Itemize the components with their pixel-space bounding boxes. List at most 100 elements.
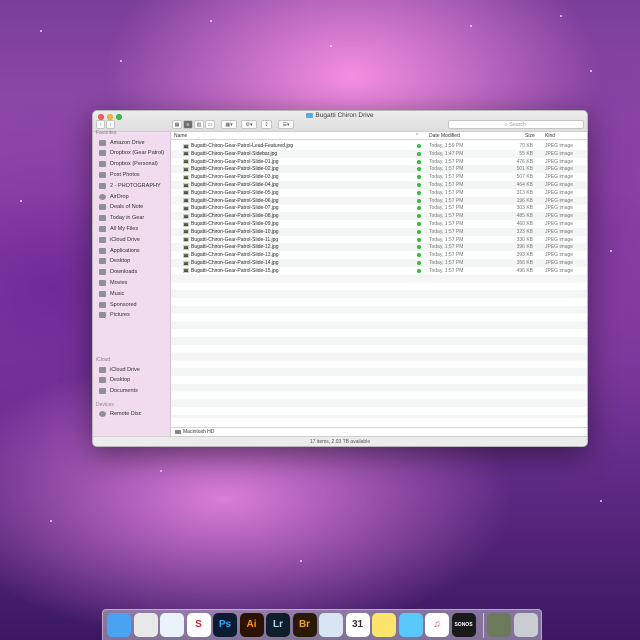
column-header-date[interactable]: Date Modified [429,133,460,139]
cover-flow-button[interactable]: ▭ [205,120,215,129]
table-row[interactable]: Bugatti-Chiron-Gear-Patrol-Slide-11.jpg T… [171,236,587,244]
file-date: Today, 1:57 PM [429,244,464,251]
image-capture-icon[interactable] [487,613,511,637]
sidebar-item-favorites-deals-of-note[interactable]: Deals of Note [99,203,143,212]
table-row[interactable]: Bugatti-Chiron-Gear-Patrol-Slide-13.jpg T… [171,251,587,259]
finder-icon[interactable] [107,613,131,637]
file-kind: JPEG image [545,174,574,181]
table-row[interactable]: Bugatti-Chiron-Gear-Patrol-Lead-Featured… [171,142,587,150]
sketchbook-icon[interactable]: S [186,613,211,637]
sidebar-item-favorites-desktop[interactable]: Desktop [99,257,130,266]
sidebar-item-favorites-icloud-drive[interactable]: iCloud Drive [99,235,140,244]
table-row[interactable]: Bugatti-Chiron-Gear-Patrol-Slide-10.jpg T… [171,227,587,236]
star [120,60,122,62]
sidebar-item-icloud-desktop[interactable]: Desktop [99,376,130,385]
desktop-icon [99,258,106,265]
image-file-icon [183,190,189,196]
notes-icon[interactable] [372,613,396,637]
star [330,45,332,47]
table-row[interactable]: Bugatti-Chiron-Gear-Patrol-Slide-01.jpg T… [171,158,587,166]
sidebar-item-favorites-today-in-gear[interactable]: Today in Gear [99,214,144,223]
sidebar-item-favorites-applications[interactable]: Applications [99,246,140,255]
table-row[interactable]: Bugatti-Chiron-Gear-Patrol-Slide-07.jpg T… [171,204,587,212]
finder-window[interactable]: Bugatti Chiron Drive ‹ › ▦ ≡ ▥ ▭ ▦▾ ⚙▾ ⇪… [92,110,588,447]
file-name: Bugatti-Chiron-Gear-Patrol-Slide-08.jpg [191,213,279,220]
synced-status-icon [417,253,421,258]
preview-icon[interactable] [319,613,343,637]
list-view-button[interactable]: ≡ [183,120,193,129]
messages-icon[interactable] [398,613,423,637]
tags-icon[interactable]: ☰▾ [278,120,294,129]
chrome-icon[interactable] [133,613,158,637]
column-headers: Name ^ Date Modified Size Kind [171,132,587,140]
table-row[interactable]: Bugatti-Chiron-Gear-Patrol-Slide-08.jpg T… [171,212,587,220]
sidebar-item-favorites-amazon-drive[interactable]: Amazon Drive [99,138,145,147]
table-row[interactable]: Bugatti-Chiron-Gear-Patrol-Slide-14.jpg T… [171,259,587,267]
lightroom-icon[interactable]: Lr [266,613,290,637]
sidebar-item-favorites-music[interactable]: Music [99,289,124,298]
column-header-kind[interactable]: Kind [545,133,555,139]
sidebar-item-devices-remote-disc[interactable]: Remote Disc [99,409,141,418]
sidebar-item-label: Sponsored [110,301,137,308]
sidebar-item-favorites-2-photography[interactable]: 2 - PHOTOGRAPHY [99,181,161,190]
safari-icon[interactable] [160,613,184,637]
folder-icon [99,301,106,308]
sidebar-item-favorites-movies[interactable]: Movies [99,278,127,287]
itunes-icon[interactable]: ♫ [425,613,449,637]
sonos-icon[interactable]: SONOS [451,613,476,637]
sort-chevron-icon[interactable]: ^ [416,133,418,139]
table-row[interactable]: Bugatti-Chiron-Gear-Patrol-Slide-03.jpg T… [171,173,587,181]
file-kind: JPEG image [545,189,574,196]
icon-view-button[interactable]: ▦ [172,120,182,129]
share-icon[interactable]: ⇪ [261,120,272,129]
synced-status-icon [417,214,421,219]
table-row[interactable]: Bugatti-Chiron-Gear-Patrol-Slide-06.jpg T… [171,196,587,205]
sidebar-item-favorites-dropbox-personal[interactable]: Dropbox (Personal) [99,160,158,169]
file-date: Today, 1:57 PM [429,213,464,220]
forward-button[interactable]: › [106,120,115,129]
table-row[interactable]: Bugatti-Chiron-Gear-Patrol-Slide-05.jpg T… [171,189,587,197]
synced-status-icon [417,190,421,195]
star [560,15,562,17]
column-view-button[interactable]: ▥ [194,120,204,129]
synced-status-icon [417,268,421,273]
table-row[interactable]: Bugatti-Chiron-Gear-Patrol-Slide-02.jpg T… [171,165,587,174]
bridge-icon[interactable]: Br [292,613,317,637]
sidebar-item-icloud-documents[interactable]: Documents [99,387,138,396]
arrange-button[interactable]: ▦▾ [221,120,237,129]
toolbar: ‹ › ▦ ≡ ▥ ▭ ▦▾ ⚙▾ ⇪ ☰▾ ⌕ Search [93,120,587,131]
sidebar-item-favorites-post-photos[interactable]: Post Photos [99,170,140,179]
file-kind: JPEG image [545,205,574,212]
applications-icon [99,247,106,254]
table-row[interactable]: Bugatti-Chiron-Gear-Patrol-Slide-04.jpg T… [171,181,587,189]
file-date: Today, 1:57 PM [429,197,464,204]
sidebar-item-favorites-airdrop[interactable]: AirDrop [99,192,129,201]
sidebar-item-favorites-sponsored[interactable]: Sponsored [99,300,137,309]
calendar-icon[interactable]: 31 [345,613,370,637]
search-input[interactable]: ⌕ Search [448,120,584,129]
table-row[interactable]: Bugatti-Chiron-Gear-Patrol-Sidebar.jpg To… [171,149,587,158]
sidebar-item-favorites-downloads[interactable]: Downloads [99,268,137,277]
sidebar-item-label: iCloud Drive [110,366,140,373]
photoshop-icon[interactable]: Ps [213,613,237,637]
column-header-size[interactable]: Size [525,133,535,139]
illustrator-icon[interactable]: Ai [239,613,264,637]
sidebar-item-favorites-dropbox-gear-patrol[interactable]: Dropbox (Gear Patrol) [99,149,164,158]
table-row[interactable]: Bugatti-Chiron-Gear-Patrol-Slide-15.jpg T… [171,267,587,275]
titlebar[interactable]: Bugatti Chiron Drive ‹ › ▦ ≡ ▥ ▭ ▦▾ ⚙▾ ⇪… [93,111,587,132]
star [50,520,52,522]
sidebar-item-favorites-pictures[interactable]: Pictures [99,311,130,320]
back-button[interactable]: ‹ [96,120,105,129]
action-gear-icon[interactable]: ⚙▾ [241,120,257,129]
folder-icon [99,171,106,178]
path-bar-label[interactable]: Macintosh HD [183,429,214,435]
hard-drive-icon [175,429,181,434]
column-header-name[interactable]: Name [174,133,187,139]
trash-icon[interactable] [514,613,538,637]
sidebar-item-favorites-all-my-files[interactable]: All My Files [99,224,138,233]
table-row[interactable]: Bugatti-Chiron-Gear-Patrol-Slide-09.jpg T… [171,220,587,228]
table-row[interactable]: Bugatti-Chiron-Gear-Patrol-Slide-12.jpg T… [171,243,587,252]
sidebar-item-icloud-icloud-drive[interactable]: iCloud Drive [99,365,140,374]
dock-separator [483,613,484,638]
file-size: 476 KB [516,158,533,165]
